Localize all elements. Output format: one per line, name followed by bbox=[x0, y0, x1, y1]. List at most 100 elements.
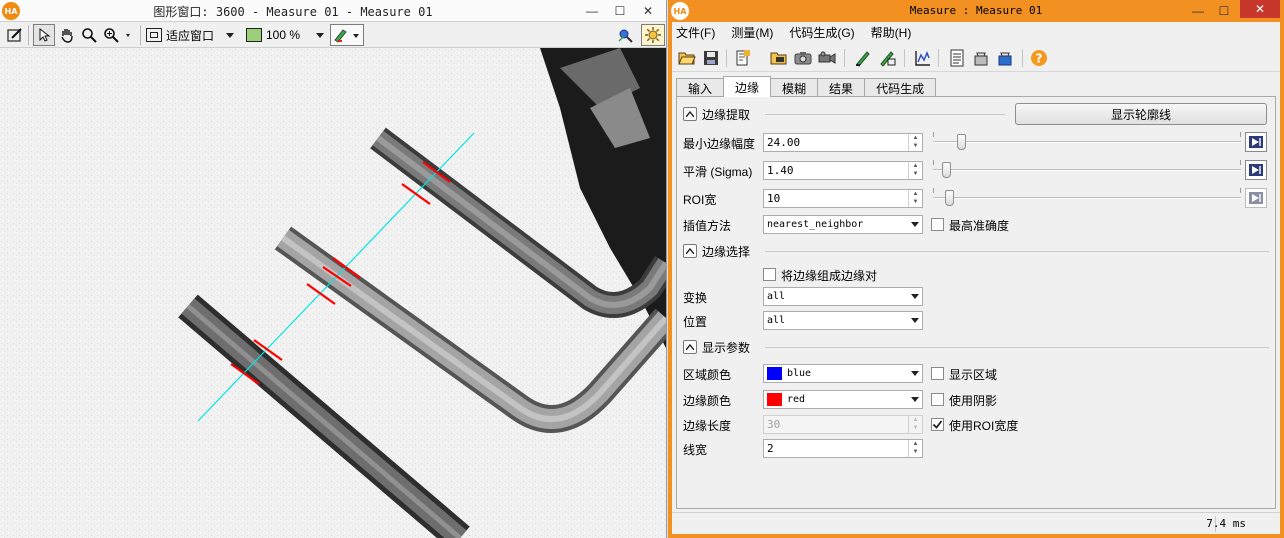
measure-window-content: 文件(F) 测量(M) 代码生成(G) 帮助(H) ? 输入 边缘 模糊 结果 … bbox=[672, 22, 1280, 534]
load-settings-icon[interactable] bbox=[732, 47, 754, 69]
position-select[interactable]: all bbox=[763, 311, 923, 330]
spin-down-icon[interactable]: ▼ bbox=[909, 448, 922, 456]
close-button[interactable]: ✕ bbox=[1240, 0, 1280, 18]
edit-icon[interactable] bbox=[4, 24, 26, 46]
sigma-reset-button[interactable] bbox=[1245, 160, 1267, 180]
spin-down-icon[interactable]: ▼ bbox=[909, 198, 922, 206]
edge-extraction-title: 边缘提取 bbox=[702, 107, 751, 122]
display-params-title: 显示参数 bbox=[702, 340, 751, 355]
spin-up-icon[interactable]: ▲ bbox=[909, 416, 922, 424]
line-width-spinbox[interactable]: 2 ▲ ▼ bbox=[763, 439, 923, 458]
menu-help[interactable]: 帮助(H) bbox=[865, 24, 922, 41]
collapse-icon[interactable] bbox=[683, 340, 697, 354]
arrow-right-icon bbox=[1249, 164, 1263, 176]
spin-up-icon[interactable]: ▲ bbox=[909, 134, 922, 142]
hand-icon[interactable] bbox=[57, 24, 77, 46]
maximize-button[interactable]: ☐ bbox=[1210, 0, 1238, 22]
draw-color-button[interactable] bbox=[330, 24, 364, 46]
edge-extraction-header[interactable]: 边缘提取 bbox=[683, 106, 750, 122]
edge-length-value: 30 bbox=[767, 418, 781, 431]
pixel-info-icon[interactable] bbox=[614, 24, 636, 46]
list-icon[interactable] bbox=[946, 47, 968, 69]
menu-bar: 文件(F) 测量(M) 代码生成(G) 帮助(H) bbox=[672, 22, 1280, 42]
max-precision-checkbox[interactable] bbox=[931, 218, 944, 231]
edge-color-select[interactable]: red bbox=[763, 390, 923, 409]
min-amplitude-spinbox[interactable]: 24.00 ▲ ▼ bbox=[763, 133, 923, 152]
magnifier-icon[interactable] bbox=[79, 24, 99, 46]
chevron-down-icon bbox=[911, 294, 919, 299]
slider-thumb[interactable] bbox=[945, 190, 954, 206]
roi-width-spinbox[interactable]: 10 ▲ ▼ bbox=[763, 189, 923, 208]
image-canvas[interactable] bbox=[0, 48, 666, 538]
image-folder-icon[interactable] bbox=[768, 47, 790, 69]
sigma-spinbox[interactable]: 1.40 ▲ ▼ bbox=[763, 161, 923, 180]
roi-width-reset-button[interactable] bbox=[1245, 188, 1267, 208]
max-precision-label: 最高准确度 bbox=[949, 219, 1010, 233]
show-contour-button[interactable]: 显示轮廓线 bbox=[1015, 103, 1267, 125]
sigma-slider[interactable] bbox=[933, 160, 1241, 180]
spin-down-icon[interactable]: ▼ bbox=[909, 170, 922, 178]
show-region-checkbox[interactable] bbox=[931, 367, 944, 380]
maximize-button[interactable]: ☐ bbox=[606, 0, 634, 22]
edge-length-spinbox[interactable]: 30 ▲ ▼ bbox=[763, 415, 923, 434]
clear-all-icon[interactable] bbox=[994, 47, 1016, 69]
video-camera-icon[interactable] bbox=[816, 47, 838, 69]
edge-length-label: 边缘长度 bbox=[683, 419, 732, 433]
position-label: 位置 bbox=[683, 315, 708, 329]
use-roi-width-checkbox[interactable] bbox=[931, 418, 944, 431]
transition-select[interactable]: all bbox=[763, 287, 923, 306]
profile-plot-icon[interactable] bbox=[912, 47, 934, 69]
menu-code-gen[interactable]: 代码生成(G) bbox=[783, 24, 864, 41]
transition-value: all bbox=[767, 291, 786, 302]
minimize-button[interactable]: — bbox=[578, 0, 606, 22]
edge-selection-title: 边缘选择 bbox=[702, 244, 751, 259]
min-amplitude-slider[interactable] bbox=[933, 132, 1241, 152]
tab-input[interactable]: 输入 bbox=[676, 78, 725, 97]
tab-code-generation[interactable]: 代码生成 bbox=[864, 78, 937, 97]
draw-line-icon[interactable] bbox=[852, 47, 874, 69]
use-shadow-checkbox[interactable] bbox=[931, 393, 944, 406]
tab-fuzzy[interactable]: 模糊 bbox=[770, 78, 819, 97]
spin-down-icon[interactable]: ▼ bbox=[909, 424, 922, 432]
tab-edges[interactable]: 边缘 bbox=[723, 76, 772, 97]
edge-color-swatch bbox=[767, 393, 782, 406]
chevron-down-icon bbox=[911, 222, 919, 227]
spin-down-icon[interactable]: ▼ bbox=[909, 142, 922, 150]
spin-up-icon[interactable]: ▲ bbox=[909, 190, 922, 198]
help-icon[interactable]: ? bbox=[1028, 47, 1050, 69]
save-icon[interactable] bbox=[700, 47, 722, 69]
tab-results[interactable]: 结果 bbox=[817, 78, 866, 97]
min-amplitude-reset-button[interactable] bbox=[1245, 132, 1267, 152]
settings-icon[interactable] bbox=[641, 24, 665, 46]
region-color-select[interactable]: blue bbox=[763, 364, 923, 383]
minimize-button[interactable]: — bbox=[1184, 0, 1212, 22]
pointer-icon[interactable] bbox=[33, 24, 55, 46]
region-color-swatch bbox=[767, 367, 782, 380]
slider-thumb[interactable] bbox=[942, 162, 951, 178]
edge-selection-header[interactable]: 边缘选择 bbox=[683, 243, 750, 259]
fit-window-button[interactable]: 适应窗口 bbox=[146, 24, 238, 46]
spin-up-icon[interactable]: ▲ bbox=[909, 440, 922, 448]
collapse-icon[interactable] bbox=[683, 107, 697, 121]
interpolation-select[interactable]: nearest_neighbor bbox=[763, 215, 923, 234]
roi-width-slider[interactable] bbox=[933, 188, 1241, 208]
display-params-header[interactable]: 显示参数 bbox=[683, 339, 750, 355]
edge-pair-checkbox[interactable] bbox=[763, 268, 776, 281]
chevron-down-icon bbox=[911, 397, 919, 402]
draw-rectangle-icon[interactable] bbox=[876, 47, 898, 69]
collapse-icon[interactable] bbox=[683, 244, 697, 258]
close-button[interactable]: ✕ bbox=[634, 0, 662, 22]
menu-measure[interactable]: 测量(M) bbox=[725, 24, 783, 41]
open-folder-icon[interactable] bbox=[676, 47, 698, 69]
spin-up-icon[interactable]: ▲ bbox=[909, 162, 922, 170]
measure-window-titlebar: HA Measure : Measure 01 — ☐ ✕ bbox=[668, 0, 1284, 22]
fit-window-icon bbox=[146, 28, 162, 42]
position-value: all bbox=[767, 315, 786, 326]
camera-icon[interactable] bbox=[792, 47, 814, 69]
zoom-percent-select[interactable]: 100 % bbox=[246, 24, 324, 46]
menu-file[interactable]: 文件(F) bbox=[672, 24, 725, 41]
roi-width-value: 10 bbox=[767, 192, 781, 205]
zoom-icon[interactable] bbox=[102, 24, 136, 46]
slider-thumb[interactable] bbox=[957, 134, 966, 150]
erase-icon[interactable] bbox=[970, 47, 992, 69]
